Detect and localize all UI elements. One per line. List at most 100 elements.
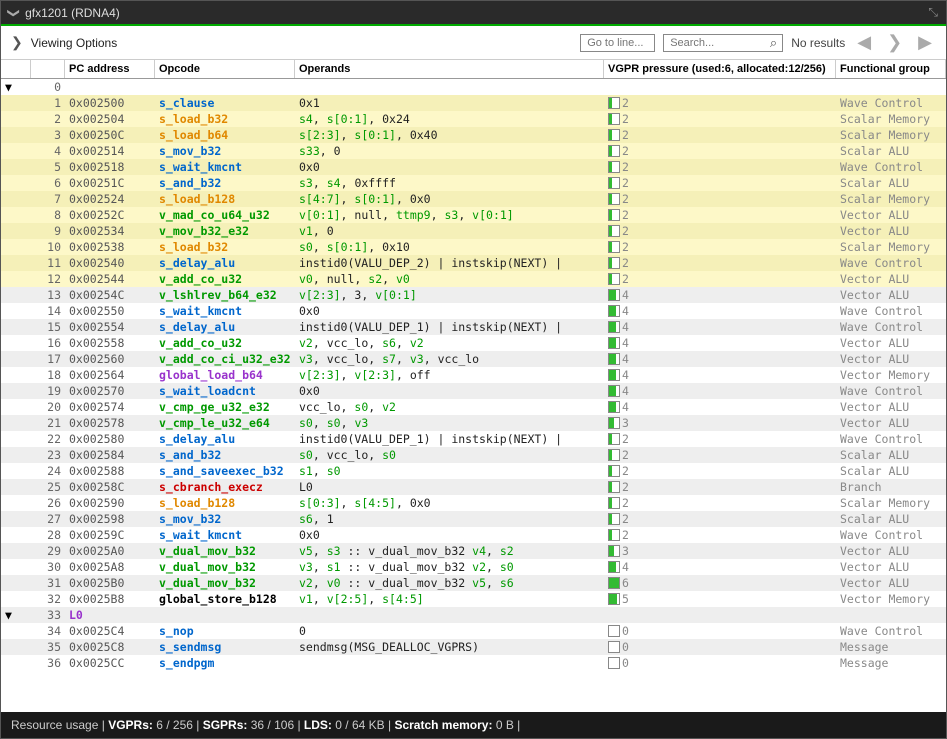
table-row[interactable]: 90x002534v_mov_b32_e32v1, 02Vector ALU <box>1 223 946 239</box>
operands: s0, vcc_lo, s0 <box>295 448 604 462</box>
functional-group: Vector ALU <box>836 288 946 302</box>
functional-group: Scalar Memory <box>836 240 946 254</box>
opcode: v_dual_mov_b32 <box>155 560 295 574</box>
vgpr-pressure: 2 <box>604 208 836 222</box>
functional-group: Wave Control <box>836 320 946 334</box>
vgpr-pressure: 2 <box>604 112 836 126</box>
line-number: 34 <box>31 624 65 638</box>
search-icon[interactable]: ⌕ <box>770 35 777 51</box>
table-row[interactable]: 200x002574v_cmp_ge_u32_e32vcc_lo, s0, v2… <box>1 399 946 415</box>
expand-icon[interactable]: ❯ <box>11 34 23 51</box>
table-row[interactable]: 180x002564global_load_b64v[2:3], v[2:3],… <box>1 367 946 383</box>
search-input[interactable] <box>663 34 783 52</box>
table-row[interactable]: 20x002504s_load_b32s4, s[0:1], 0x242Scal… <box>1 111 946 127</box>
table-row[interactable]: 100x002538s_load_b32s0, s[0:1], 0x102Sca… <box>1 239 946 255</box>
table-row[interactable]: 340x0025C4s_nop00Wave Control <box>1 623 946 639</box>
table-row[interactable]: 110x002540s_delay_aluinstid0(VALU_DEP_2)… <box>1 255 946 271</box>
opcode: v_cmp_ge_u32_e32 <box>155 400 295 414</box>
vgpr-pressure: 4 <box>604 320 836 334</box>
operands: v[2:3], 3, v[0:1] <box>295 288 604 302</box>
line-number: 3 <box>31 128 65 142</box>
vgpr-pressure: 4 <box>604 336 836 350</box>
table-row[interactable]: 240x002588s_and_saveexec_b32s1, s02Scala… <box>1 463 946 479</box>
table-row[interactable]: 30x00250Cs_load_b64s[2:3], s[0:1], 0x402… <box>1 127 946 143</box>
table-row[interactable]: 290x0025A0v_dual_mov_b32v5, s3 :: v_dual… <box>1 543 946 559</box>
functional-group: Scalar ALU <box>836 144 946 158</box>
title-bar: ❯ gfx1201 (RDNA4) ⤡ <box>1 1 946 26</box>
table-row[interactable]: 160x002558v_add_co_u32v2, vcc_lo, s6, v2… <box>1 335 946 351</box>
table-row[interactable]: 210x002578v_cmp_le_u32_e64s0, s0, v33Vec… <box>1 415 946 431</box>
goto-line-input[interactable] <box>580 34 655 52</box>
table-row[interactable]: 280x00259Cs_wait_kmcnt0x02Wave Control <box>1 527 946 543</box>
table-row[interactable]: 40x002514s_mov_b32s33, 02Scalar ALU <box>1 143 946 159</box>
functional-group: Vector ALU <box>836 576 946 590</box>
table-row[interactable]: 60x00251Cs_and_b32s3, s4, 0xffff2Scalar … <box>1 175 946 191</box>
next-arrow-icon[interactable]: ▶ <box>914 32 936 53</box>
table-row[interactable]: 310x0025B0v_dual_mov_b32v2, v0 :: v_dual… <box>1 575 946 591</box>
operands: s6, 1 <box>295 512 604 526</box>
line-number: 6 <box>31 176 65 190</box>
collapse-icon[interactable]: ❯ <box>7 7 21 17</box>
pc-address: 0x002504 <box>65 112 155 126</box>
table-row[interactable]: 250x00258Cs_cbranch_execzL02Branch <box>1 479 946 495</box>
table-row[interactable]: 360x0025CCs_endpgm0Message <box>1 655 946 671</box>
line-number: 22 <box>31 432 65 446</box>
pc-address: 0x002574 <box>65 400 155 414</box>
operands: v2, vcc_lo, s6, v2 <box>295 336 604 350</box>
table-row[interactable]: 10x002500s_clause0x12Wave Control <box>1 95 946 111</box>
table-row[interactable]: 50x002518s_wait_kmcnt0x02Wave Control <box>1 159 946 175</box>
pc-address: 0x0025A8 <box>65 560 155 574</box>
operands: s1, s0 <box>295 464 604 478</box>
line-number: 10 <box>31 240 65 254</box>
functional-group: Message <box>836 656 946 670</box>
table-row[interactable]: 190x002570s_wait_loadcnt0x04Wave Control <box>1 383 946 399</box>
prev-arrow-icon[interactable]: ◀ <box>853 32 875 53</box>
instruction-table[interactable]: ▼010x002500s_clause0x12Wave Control20x00… <box>1 79 946 712</box>
line-number: 25 <box>31 480 65 494</box>
table-row[interactable]: 170x002560v_add_co_ci_u32_e32v3, vcc_lo,… <box>1 351 946 367</box>
opcode: s_load_b128 <box>155 192 295 206</box>
line-number: 18 <box>31 368 65 382</box>
opcode: s_delay_alu <box>155 432 295 446</box>
vgpr-pressure: 2 <box>604 144 836 158</box>
table-row[interactable]: 320x0025B8global_store_b128v1, v[2:5], s… <box>1 591 946 607</box>
table-row[interactable]: 230x002584s_and_b32s0, vcc_lo, s02Scalar… <box>1 447 946 463</box>
pc-address: 0x0025B8 <box>65 592 155 606</box>
operands: s4, s[0:1], 0x24 <box>295 112 604 126</box>
opcode: global_store_b128 <box>155 592 295 606</box>
opcode: s_load_b64 <box>155 128 295 142</box>
pc-address: L0 <box>65 608 155 622</box>
operands: sendmsg(MSG_DEALLOC_VGPRS) <box>295 640 604 654</box>
table-row[interactable]: 140x002550s_wait_kmcnt0x04Wave Control <box>1 303 946 319</box>
table-row[interactable]: 220x002580s_delay_aluinstid0(VALU_DEP_1)… <box>1 431 946 447</box>
operands: s3, s4, 0xffff <box>295 176 604 190</box>
pc-address: 0x002538 <box>65 240 155 254</box>
line-number: 2 <box>31 112 65 126</box>
functional-group: Vector Memory <box>836 592 946 606</box>
line-number: 1 <box>31 96 65 110</box>
table-row[interactable]: 70x002524s_load_b128s[4:7], s[0:1], 0x02… <box>1 191 946 207</box>
vgpr-pressure: 2 <box>604 176 836 190</box>
table-row[interactable]: 350x0025C8s_sendmsgsendmsg(MSG_DEALLOC_V… <box>1 639 946 655</box>
opcode: s_delay_alu <box>155 320 295 334</box>
table-row[interactable]: 270x002598s_mov_b32s6, 12Scalar ALU <box>1 511 946 527</box>
resize-icon[interactable]: ⤡ <box>928 5 938 20</box>
pc-address: 0x002560 <box>65 352 155 366</box>
expand-row-icon[interactable]: ▼ <box>5 80 12 94</box>
table-row[interactable]: 300x0025A8v_dual_mov_b32v3, s1 :: v_dual… <box>1 559 946 575</box>
vgpr-pressure: 4 <box>604 352 836 366</box>
table-row[interactable]: 260x002590s_load_b128s[0:3], s[4:5], 0x0… <box>1 495 946 511</box>
table-row[interactable]: 130x00254Cv_lshlrev_b64_e32v[2:3], 3, v[… <box>1 287 946 303</box>
table-row[interactable]: ▼0 <box>1 79 946 95</box>
table-row[interactable]: 80x00252Cv_mad_co_u64_u32v[0:1], null, t… <box>1 207 946 223</box>
down-arrow-icon[interactable]: ❯ <box>883 32 906 53</box>
table-row[interactable]: 150x002554s_delay_aluinstid0(VALU_DEP_1)… <box>1 319 946 335</box>
vgpr-pressure: 4 <box>604 304 836 318</box>
table-row[interactable]: 120x002544v_add_co_u32v0, null, s2, v02V… <box>1 271 946 287</box>
pc-address: 0x00252C <box>65 208 155 222</box>
expand-row-icon[interactable]: ▼ <box>5 608 12 622</box>
functional-group: Wave Control <box>836 528 946 542</box>
table-row[interactable]: ▼33L0 <box>1 607 946 623</box>
table-header: PC address Opcode Operands VGPR pressure… <box>1 60 946 79</box>
viewing-options-label[interactable]: Viewing Options <box>31 36 118 50</box>
